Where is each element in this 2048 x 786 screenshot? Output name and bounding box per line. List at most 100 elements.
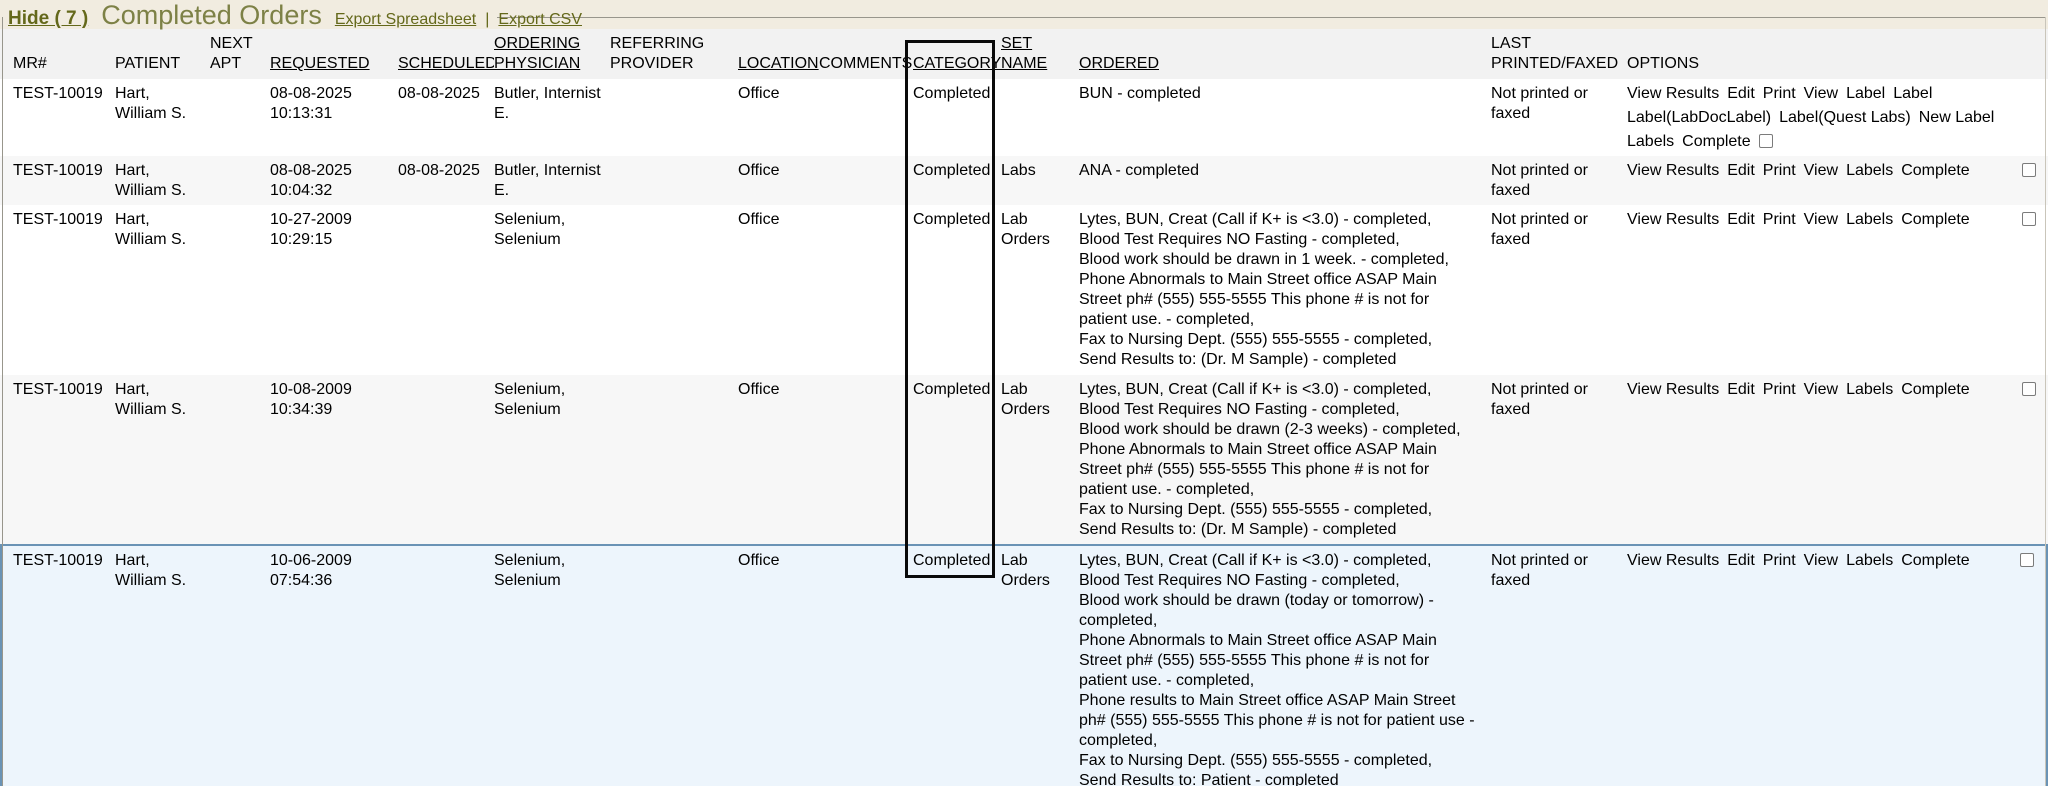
option-view-link[interactable]: View — [1804, 84, 1838, 104]
column-header-comments: COMMENTS — [819, 49, 913, 74]
cell-scheduled — [398, 546, 494, 786]
cell-requested: 08-08-2025 10:13:31 — [270, 79, 398, 156]
option-view-results-link[interactable]: View Results — [1627, 380, 1719, 400]
completed-orders-table: MR#PATIENTNEXT APTREQUESTEDSCHEDULEDORDE… — [0, 29, 2048, 786]
cell-referring-provider — [610, 156, 738, 205]
cell-location: Office — [738, 156, 819, 205]
cell-category: Completed — [913, 546, 1001, 786]
order-select-checkbox[interactable] — [2022, 382, 2036, 396]
option-view-link[interactable]: View — [1804, 161, 1838, 181]
cell-next-apt — [210, 375, 270, 544]
cell-mr: TEST-10019 — [13, 205, 115, 375]
option-edit-link[interactable]: Edit — [1727, 161, 1755, 181]
cell-location: Office — [738, 375, 819, 544]
order-select-checkbox[interactable] — [2022, 212, 2036, 226]
cell-last-printed-faxed: Not printed or faxed — [1491, 375, 1627, 544]
option-label-link[interactable]: Label — [1846, 84, 1885, 104]
column-header-patient: PATIENT — [115, 49, 210, 74]
cell-options: View Results Edit Print View Labels Complete — [1627, 205, 2048, 375]
cell-options: View Results Edit Print View Labels Complete — [1627, 375, 2048, 544]
column-header-ordered[interactable]: ORDERED — [1079, 49, 1491, 74]
order-row-5: TEST-10019Hart, William S.10-06-2009 07:… — [0, 544, 2048, 786]
column-header-set-name[interactable]: SET NAME — [1001, 29, 1079, 74]
cell-category: Completed — [913, 156, 1001, 205]
option-labels-link[interactable]: Labels — [1846, 161, 1893, 181]
cell-requested: 10-06-2009 07:54:36 — [270, 546, 398, 786]
option-complete-link[interactable]: Complete — [1901, 210, 1969, 230]
cell-options: View Results Edit Print View Labels Complete — [1627, 546, 2046, 786]
cell-last-printed-faxed: Not printed or faxed — [1491, 205, 1627, 375]
option-edit-link[interactable]: Edit — [1727, 210, 1755, 230]
cell-referring-provider — [610, 79, 738, 156]
cell-patient: Hart, William S. — [115, 205, 210, 375]
cell-ordered: BUN - completed — [1079, 79, 1491, 156]
cell-scheduled — [398, 205, 494, 375]
cell-referring-provider — [610, 375, 738, 544]
option-print-link[interactable]: Print — [1763, 551, 1796, 571]
option-new-label-link[interactable]: New Label — [1919, 108, 1995, 128]
cell-next-apt — [210, 156, 270, 205]
export-spreadsheet-link[interactable]: Export Spreadsheet — [335, 11, 476, 29]
cell-set-name: Lab Orders — [1001, 205, 1079, 375]
cell-mr: TEST-10019 — [13, 79, 115, 156]
column-header-location[interactable]: LOCATION — [738, 49, 819, 74]
order-row-3: TEST-10019Hart, William S. 10-27-2009 10:… — [0, 205, 2048, 375]
column-header-scheduled[interactable]: SCHEDULED — [398, 49, 494, 74]
column-header-category[interactable]: CATEGORY — [913, 49, 1001, 74]
option-edit-link[interactable]: Edit — [1727, 380, 1755, 400]
option-edit-link[interactable]: Edit — [1727, 551, 1755, 571]
hide-toggle-link[interactable]: Hide ( 7 ) — [8, 8, 88, 30]
fieldset-left-border — [2, 17, 3, 786]
option-labels-link[interactable]: Labels — [1627, 132, 1674, 152]
option-view-results-link[interactable]: View Results — [1627, 84, 1719, 104]
option-print-link[interactable]: Print — [1763, 84, 1796, 104]
column-header-last-printed-faxed: LAST PRINTED/FAXED — [1491, 29, 1627, 74]
option-view-results-link[interactable]: View Results — [1627, 161, 1719, 181]
option-view-results-link[interactable]: View Results — [1627, 210, 1719, 230]
cell-last-printed-faxed: Not printed or faxed — [1491, 156, 1627, 205]
option-complete-link[interactable]: Complete — [1901, 551, 1969, 571]
option-complete-link[interactable]: Complete — [1682, 132, 1750, 152]
cell-ordered: Lytes, BUN, Creat (Call if K+ is <3.0) -… — [1079, 205, 1491, 375]
option-print-link[interactable]: Print — [1763, 210, 1796, 230]
export-csv-link[interactable]: Export CSV — [498, 11, 582, 29]
column-header-ordering-physician[interactable]: ORDERING PHYSICIAN — [494, 29, 610, 74]
column-header-options: OPTIONS — [1627, 49, 2048, 74]
option-edit-link[interactable]: Edit — [1727, 84, 1755, 104]
cell-category: Completed — [913, 375, 1001, 544]
cell-ordered: Lytes, BUN, Creat (Call if K+ is <3.0) -… — [1079, 546, 1491, 786]
cell-patient: Hart, William S. — [115, 375, 210, 544]
cell-options: View Results Edit Print View Labels Complete — [1627, 156, 2048, 205]
cell-location: Office — [738, 79, 819, 156]
order-select-checkbox[interactable] — [2020, 553, 2034, 567]
cell-mr: TEST-10019 — [13, 546, 115, 786]
column-header-requested[interactable]: REQUESTED — [270, 49, 398, 74]
cell-requested: 10-08-2009 10:34:39 — [270, 375, 398, 544]
option-labels-link[interactable]: Labels — [1846, 380, 1893, 400]
option-complete-link[interactable]: Complete — [1901, 161, 1969, 181]
cell-set-name — [1001, 79, 1079, 156]
option-view-link[interactable]: View — [1804, 210, 1838, 230]
order-row-1: TEST-10019Hart, William S.08-08-2025 10:… — [0, 79, 2048, 156]
option-labels-link[interactable]: Labels — [1846, 551, 1893, 571]
cell-requested: 10-27-2009 10:29:15 — [270, 205, 398, 375]
cell-ordered: Lytes, BUN, Creat (Call if K+ is <3.0) -… — [1079, 375, 1491, 544]
cell-options: View Results Edit Print View Label Label Label… — [1627, 79, 2048, 156]
option-labels-link[interactable]: Labels — [1846, 210, 1893, 230]
order-select-checkbox[interactable] — [1759, 134, 1773, 148]
option-view-results-link[interactable]: View Results — [1627, 551, 1719, 571]
option-label-link[interactable]: Label — [1893, 84, 1932, 104]
order-select-checkbox[interactable] — [2022, 163, 2036, 177]
order-row-4: TEST-10019Hart, William S.10-08-2009 10:… — [0, 375, 2048, 544]
option-print-link[interactable]: Print — [1763, 161, 1796, 181]
option-label-labdoclabel-link[interactable]: Label(LabDocLabel) — [1627, 108, 1771, 128]
option-print-link[interactable]: Print — [1763, 380, 1796, 400]
cell-ordered: ANA - completed — [1079, 156, 1491, 205]
option-view-link[interactable]: View — [1804, 551, 1838, 571]
panel-legend: Hide ( 7 ) Completed Orders Export Sprea… — [8, 0, 582, 29]
page-title: Completed Orders — [101, 0, 322, 31]
cell-set-name: Labs — [1001, 156, 1079, 205]
option-view-link[interactable]: View — [1804, 380, 1838, 400]
option-complete-link[interactable]: Complete — [1901, 380, 1969, 400]
option-label-quest-labs-link[interactable]: Label(Quest Labs) — [1779, 108, 1911, 128]
